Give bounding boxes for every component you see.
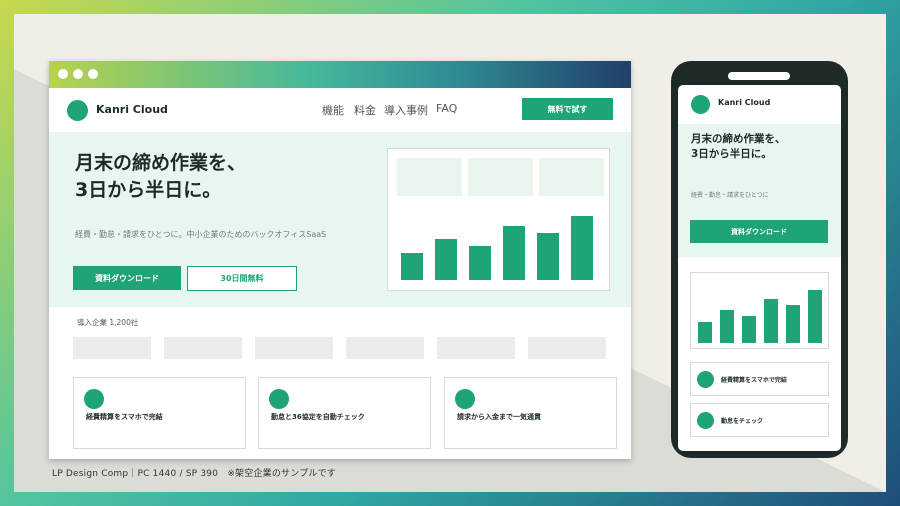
feature-title: 勤怠をチェック: [721, 418, 764, 425]
hero-title-line: 3日から半日に。: [691, 148, 772, 161]
clients-count-label: 導入企業 1,200社: [77, 318, 139, 327]
client-logo-placeholder: [346, 337, 424, 359]
kpi-placeholder: [539, 158, 604, 196]
chart-bar: [720, 310, 734, 343]
hero-subtitle: 経費・勤怠・請求をひとつに。中小企業のためのバックオフィスSaaS: [75, 230, 327, 239]
free-trial-button[interactable]: 無料で試す: [522, 98, 613, 120]
nav-item-pricing[interactable]: 料金: [354, 102, 376, 118]
mobile-chart-card: [690, 272, 829, 349]
feature-icon: [697, 371, 714, 388]
hero-title-line: 3日から半日に。: [75, 178, 222, 201]
nav-item-features[interactable]: 機能: [322, 102, 344, 118]
chart-bar: [435, 239, 457, 280]
chart-bar: [742, 316, 756, 343]
window-dot-icon: [58, 69, 68, 79]
client-logo-placeholder: [528, 337, 606, 359]
nav-item-faq[interactable]: FAQ: [436, 102, 457, 115]
mobile-hero-title: 月末の締め作業を、 3日から半日に。: [691, 132, 786, 162]
brand-name[interactable]: Kanri Cloud: [96, 103, 168, 116]
feature-title: 勤怠と36協定を自動チェック: [271, 413, 365, 421]
feature-icon: [697, 412, 714, 429]
feature-icon: [455, 389, 475, 409]
chart-bar: [786, 305, 800, 343]
free-30-days-button[interactable]: 30日間無料: [187, 266, 297, 291]
feature-icon: [84, 389, 104, 409]
kpi-placeholder: [468, 158, 533, 196]
hero-title-line: 月末の締め作業を、: [691, 133, 786, 145]
chart-bar: [469, 246, 491, 280]
chart-bar: [571, 216, 593, 280]
dashboard-chart-card: [387, 148, 610, 291]
desktop-browser-mockup: Kanri Cloud 機能 料金 導入事例 FAQ 無料で試す 月末の締め作業…: [49, 61, 631, 459]
nav-item-case-studies[interactable]: 導入事例: [384, 102, 428, 118]
feature-card[interactable]: 経費精算をスマホで完結: [73, 377, 246, 449]
hero-section: 月末の締め作業を、 3日から半日に。 経費・勤怠・請求をひとつに。中小企業のため…: [49, 132, 631, 307]
client-logo-placeholder: [164, 337, 242, 359]
window-dot-icon: [73, 69, 83, 79]
brand-name[interactable]: Kanri Cloud: [718, 98, 770, 107]
chart-bar: [764, 299, 778, 343]
chart-bar: [401, 253, 423, 280]
hero-title-line: 月末の締め作業を、: [75, 152, 247, 174]
feature-card[interactable]: 勤怠と36協定を自動チェック: [258, 377, 431, 449]
feature-icon: [269, 389, 289, 409]
client-logo-placeholder: [73, 337, 151, 359]
client-logo-placeholder: [437, 337, 515, 359]
client-logo-placeholder: [255, 337, 333, 359]
feature-card[interactable]: 請求から入金まで一気通貫: [444, 377, 617, 449]
mobile-hero-subtitle: 経費・勤怠・請求をひとつに: [691, 192, 769, 199]
mobile-hero-section: 月末の締め作業を、 3日から半日に。 経費・勤怠・請求をひとつに 資料ダウンロー…: [678, 124, 841, 257]
window-dot-icon: [88, 69, 98, 79]
brand-logo-icon[interactable]: [691, 95, 710, 114]
chart-bar: [503, 226, 525, 280]
feature-title: 請求から入金まで一気通貫: [457, 413, 541, 421]
browser-title-bar: [49, 61, 631, 88]
download-brochure-button[interactable]: 資料ダウンロード: [73, 266, 181, 290]
mobile-phone-mockup: Kanri Cloud 月末の締め作業を、 3日から半日に。 経費・勤怠・請求を…: [671, 61, 848, 458]
brand-logo-icon[interactable]: [67, 100, 88, 121]
chart-bar: [698, 322, 712, 343]
site-header: Kanri Cloud 機能 料金 導入事例 FAQ 無料で試す: [49, 88, 631, 132]
phone-notch: [728, 72, 790, 80]
design-caption: LP Design Comp｜PC 1440 / SP 390 ※架空企業のサン…: [52, 469, 336, 479]
hero-title: 月末の締め作業を、 3日から半日に。: [75, 150, 246, 203]
mobile-feature-card[interactable]: 経費精算をスマホで完結: [690, 362, 829, 396]
chart-bar: [808, 290, 822, 343]
feature-title: 経費精算をスマホで完結: [86, 413, 163, 421]
chart-bar: [537, 233, 559, 280]
mobile-download-button[interactable]: 資料ダウンロード: [690, 220, 828, 243]
mobile-feature-card[interactable]: 勤怠をチェック: [690, 403, 829, 437]
feature-title: 経費精算をスマホで完結: [721, 377, 787, 384]
mobile-screen: Kanri Cloud 月末の締め作業を、 3日から半日に。 経費・勤怠・請求を…: [678, 85, 841, 451]
kpi-placeholder: [397, 158, 462, 196]
